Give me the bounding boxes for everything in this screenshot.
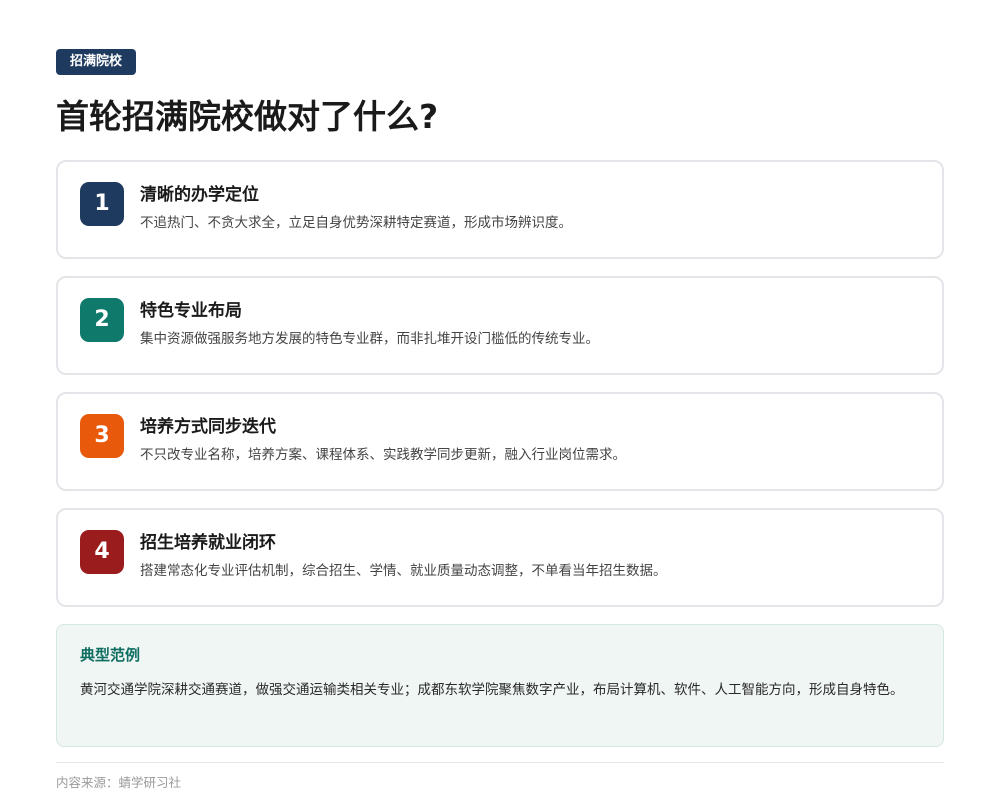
reason-title: 招生培养就业闭环	[140, 533, 276, 553]
reason-title: 特色专业布局	[140, 301, 242, 321]
reason-card-3: 3 培养方式同步迭代 不只改专业名称，培养方案、课程体系、实践教学同步更新，融入…	[56, 392, 944, 491]
reason-card-1: 1 清晰的办学定位 不追热门、不贪大求全，立足自身优势深耕特定赛道，形成市场辨识…	[56, 160, 944, 259]
number-badge: 2	[80, 298, 124, 342]
reason-title: 培养方式同步迭代	[140, 417, 276, 437]
example-title: 典型范例	[80, 646, 141, 664]
reason-title: 清晰的办学定位	[140, 185, 259, 205]
example-box: 典型范例 黄河交通学院深耕交通赛道，做强交通运输类相关专业；成都东软学院聚焦数字…	[56, 624, 944, 747]
number-badge: 1	[80, 182, 124, 226]
reason-description: 不追热门、不贪大求全，立足自身优势深耕特定赛道，形成市场辨识度。	[140, 215, 572, 231]
example-body: 黄河交通学院深耕交通赛道，做强交通运输类相关专业；成都东软学院聚焦数字产业，布局…	[80, 682, 904, 698]
category-tag: 招满院校	[56, 49, 137, 75]
reason-description: 集中资源做强服务地方发展的特色专业群，而非扎堆开设门槛低的传统专业。	[140, 331, 599, 347]
reason-description: 搭建常态化专业评估机制，综合招生、学情、就业质量动态调整，不单看当年招生数据。	[140, 563, 667, 579]
reason-card-2: 2 特色专业布局 集中资源做强服务地方发展的特色专业群，而非扎堆开设门槛低的传统…	[56, 276, 944, 375]
page: 招满院校 首轮招满院校做对了什么? 1 清晰的办学定位 不追热门、不贪大求全，立…	[0, 0, 1000, 799]
page-title: 首轮招满院校做对了什么?	[56, 97, 439, 136]
footer-divider	[56, 762, 944, 763]
reason-card-4: 4 招生培养就业闭环 搭建常态化专业评估机制，综合招生、学情、就业质量动态调整，…	[56, 508, 944, 607]
reason-description: 不只改专业名称，培养方案、课程体系、实践教学同步更新，融入行业岗位需求。	[140, 447, 626, 463]
number-badge: 4	[80, 530, 124, 574]
source-note: 内容来源：蜻学研习社	[56, 775, 182, 790]
number-badge: 3	[80, 414, 124, 458]
reason-list: 1 清晰的办学定位 不追热门、不贪大求全，立足自身优势深耕特定赛道，形成市场辨识…	[56, 160, 944, 607]
